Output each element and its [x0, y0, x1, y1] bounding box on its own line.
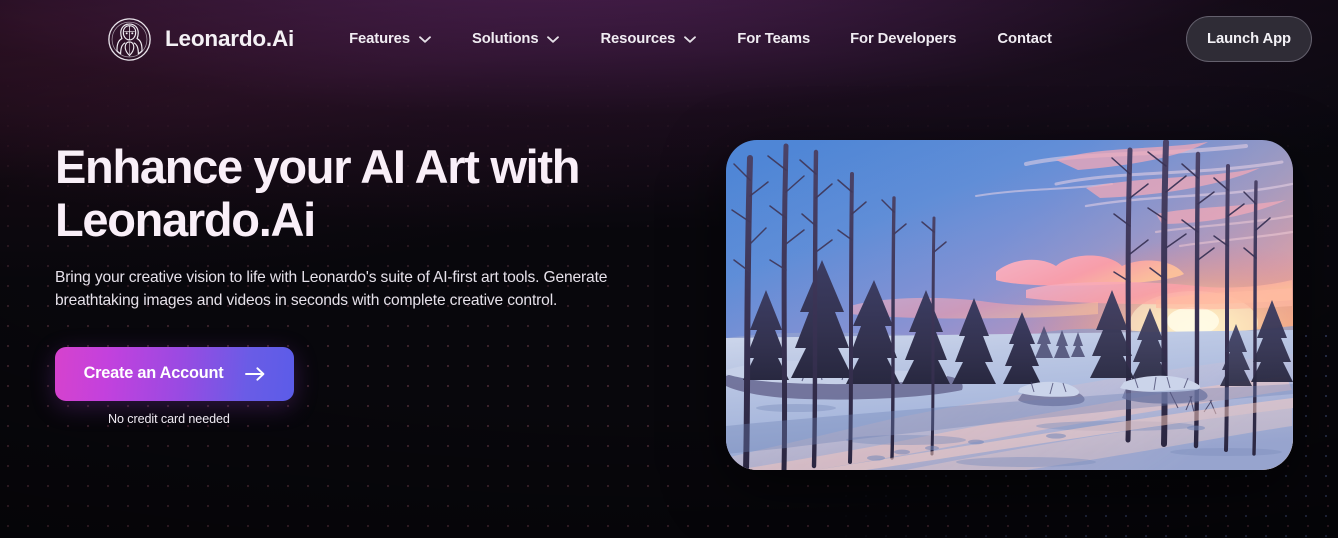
- nav-item-for-developers[interactable]: For Developers: [850, 31, 956, 47]
- page-title: Enhance your AI Art with Leonardo.Ai: [55, 140, 675, 246]
- chevron-down-icon: [547, 35, 560, 43]
- nav-item-solutions[interactable]: Solutions: [472, 31, 560, 47]
- hero-copy: Enhance your AI Art with Leonardo.Ai Bri…: [55, 140, 675, 426]
- chevron-down-icon: [684, 35, 697, 43]
- chevron-down-icon: [419, 35, 431, 43]
- nav-item-features[interactable]: Features: [349, 31, 431, 47]
- hero-cta-row: Create an Account No credit card needed: [55, 346, 675, 426]
- nav-item-for-teams[interactable]: For Teams: [737, 31, 810, 47]
- headline-line-1: Enhance your AI Art with: [55, 140, 580, 193]
- nav-label-for-developers: For Developers: [850, 31, 957, 47]
- arrow-right-icon: [245, 367, 265, 381]
- leonardo-face-logo-icon: [108, 17, 151, 61]
- site-header: Leonardo.Ai Features Solutions Resources: [0, 0, 1338, 78]
- nav-label-features: Features: [349, 31, 410, 47]
- brand-name: Leonardo.Ai: [165, 26, 295, 51]
- launch-app-button[interactable]: Launch App: [1186, 16, 1312, 62]
- nav-item-contact[interactable]: Contact: [997, 31, 1051, 47]
- create-account-button[interactable]: Create an Account: [55, 346, 294, 401]
- create-account-label: Create an Account: [83, 364, 224, 383]
- leonardo-landing-page: Leonardo.Ai Features Solutions Resources: [0, 0, 1338, 538]
- hero-subheadline: Bring your creative vision to life with …: [55, 269, 608, 310]
- hero-image: [726, 140, 1293, 470]
- brand-logo-link[interactable]: Leonardo.Ai: [107, 17, 294, 62]
- nav-item-resources[interactable]: Resources: [600, 31, 697, 47]
- no-credit-card-note: No credit card needed: [108, 411, 230, 426]
- main-navigation: Features Solutions Resources For Teams F…: [349, 31, 1052, 47]
- winter-sunset-illustration: [726, 140, 1293, 470]
- nav-label-for-teams: For Teams: [737, 31, 811, 47]
- nav-label-resources: Resources: [600, 31, 676, 47]
- nav-label-contact: Contact: [997, 31, 1052, 47]
- nav-label-solutions: Solutions: [471, 31, 539, 47]
- headline-line-2: Leonardo.Ai: [55, 193, 316, 246]
